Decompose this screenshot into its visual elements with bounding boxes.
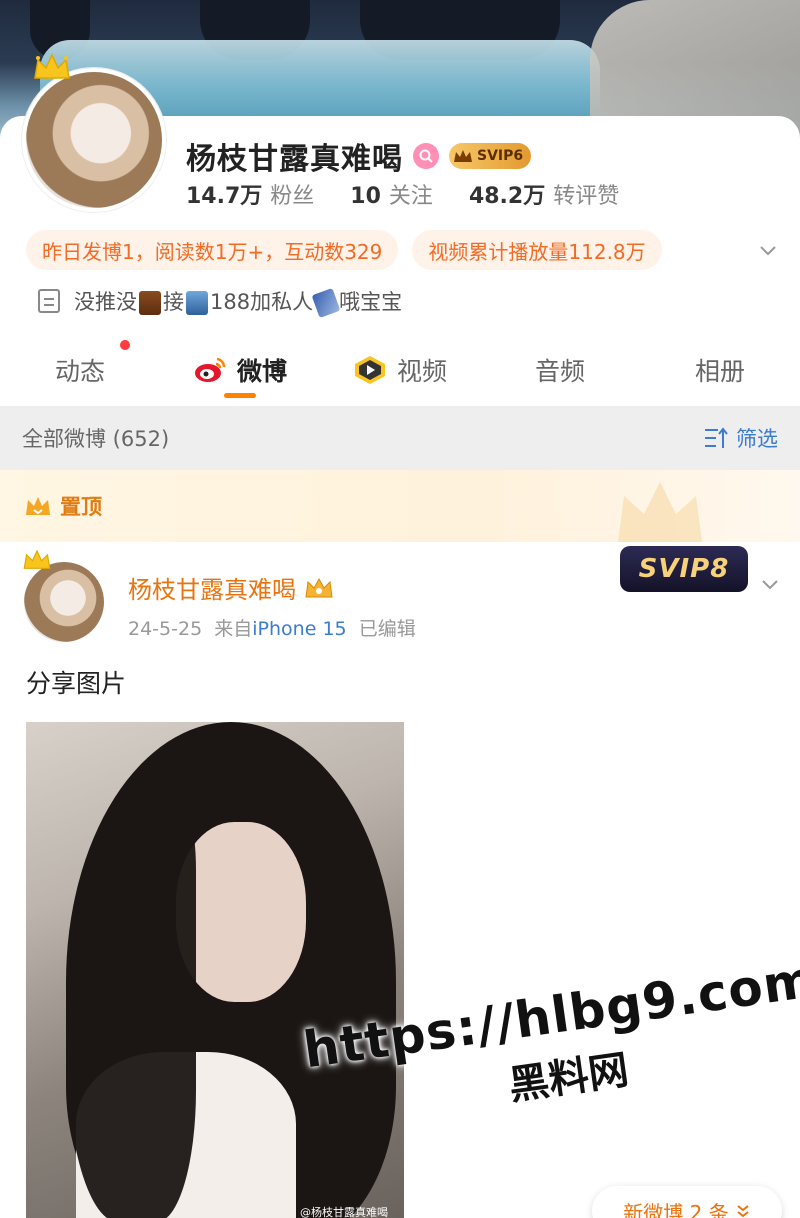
bio-text: 没推没 接 188加私人 哦宝宝 xyxy=(74,286,403,319)
stat-interactions[interactable]: 48.2万 转评赞 xyxy=(469,178,619,210)
vip-crown-icon xyxy=(454,150,472,162)
satellite-emoji-icon xyxy=(311,287,341,319)
post-avatar[interactable] xyxy=(24,562,104,642)
chevron-double-down-icon xyxy=(737,1205,749,1218)
tag-daily-stats[interactable]: 昨日发博1，阅读数1万+，互动数329 xyxy=(26,230,399,270)
post-avatar-wrap[interactable] xyxy=(23,549,104,642)
tab-dynamic[interactable]: 动态 xyxy=(0,336,160,404)
tab-label: 微博 xyxy=(236,357,287,386)
stat-followers[interactable]: 14.7万 粉丝 xyxy=(186,178,314,210)
tag-video-stats[interactable]: 视频累计播放量112.8万 xyxy=(412,230,662,270)
new-posts-label: 新微博 2 条 xyxy=(623,1200,729,1218)
pinned-label: 置顶 xyxy=(60,495,102,519)
tab-label: 视频 xyxy=(396,357,447,386)
stat-num: 48.2万 xyxy=(468,184,546,209)
svip-badge[interactable]: SVIP6 xyxy=(449,143,532,169)
stat-num: 14.7万 xyxy=(186,184,263,209)
photo-hair-front xyxy=(66,782,196,1218)
post-author-name[interactable]: 杨枝甘露真难喝 xyxy=(128,570,296,605)
profile-bio: 没推没 接 188加私人 哦宝宝 xyxy=(38,286,403,319)
stat-following[interactable]: 10 关注 xyxy=(350,178,433,210)
post-author-row: 杨枝甘露真难喝 xyxy=(128,570,334,605)
bio-part: 没推没 xyxy=(74,290,137,314)
tab-album[interactable]: 相册 xyxy=(640,336,800,404)
svip8-badge: SVIP8 xyxy=(620,546,748,592)
filter-icon xyxy=(705,427,728,448)
pinned-crown-icon xyxy=(26,497,50,515)
vip-crown-icon xyxy=(305,577,333,597)
document-icon xyxy=(38,289,60,313)
bio-part: 188加私人 xyxy=(210,290,314,314)
post-source[interactable]: iPhone 15 xyxy=(252,618,346,640)
chevron-down-icon[interactable] xyxy=(760,574,780,594)
tab-audio[interactable]: 音频 xyxy=(480,336,640,404)
stat-label: 粉丝 xyxy=(270,184,315,209)
post-count: 全部微博 (652) xyxy=(22,427,170,451)
chevron-down-icon[interactable] xyxy=(758,240,778,260)
profile-stats: 14.7万 粉丝 10 关注 48.2万 转评赞 xyxy=(186,178,619,210)
profile-tabs: 动态 微博 视频 音频 相册 xyxy=(0,336,800,404)
crown-icon xyxy=(23,549,51,569)
svip-badge-label: SVIP6 xyxy=(477,148,524,164)
avatar[interactable] xyxy=(22,68,166,212)
stat-label: 关注 xyxy=(388,184,433,209)
bio-part: 接 xyxy=(163,290,184,314)
new-posts-button[interactable]: 新微博 2 条 xyxy=(592,1186,782,1218)
tie-emoji-icon xyxy=(186,291,208,315)
profile-avatar-wrap[interactable] xyxy=(22,53,166,212)
image-watermark: @杨枝甘露真难喝 xyxy=(300,1206,388,1218)
notification-dot xyxy=(120,340,130,350)
tab-weibo[interactable]: 微博 xyxy=(160,336,320,404)
decorative-crown-icon xyxy=(618,482,702,542)
door-emoji-icon xyxy=(139,291,161,315)
profile-tags: 昨日发博1，阅读数1万+，互动数329 视频累计播放量112.8万 xyxy=(26,230,662,270)
post-date: 24-5-25 xyxy=(128,618,203,640)
post-from: 来自 xyxy=(214,618,253,640)
video-icon xyxy=(354,356,385,384)
post-meta: 24-5-25 来自iPhone 15 已编辑 xyxy=(128,614,416,641)
weibo-logo-icon xyxy=(194,357,226,382)
stat-num: 10 xyxy=(350,184,381,209)
tab-label: 音频 xyxy=(534,357,585,386)
pinned-section: 置顶 xyxy=(0,470,800,542)
post-text: 分享图片 xyxy=(26,669,127,698)
filter-button[interactable]: 筛选 xyxy=(704,423,778,453)
verified-badge-icon[interactable] xyxy=(413,143,439,169)
bio-part: 哦宝宝 xyxy=(339,290,403,314)
post-image[interactable] xyxy=(26,722,404,1218)
tab-label: 相册 xyxy=(694,357,745,386)
tab-video[interactable]: 视频 xyxy=(320,336,480,404)
crown-icon xyxy=(34,53,70,79)
name-row: 杨枝甘露真难喝 SVIP6 xyxy=(186,134,532,178)
filter-label: 筛选 xyxy=(736,427,778,451)
stat-label: 转评赞 xyxy=(553,184,620,209)
active-tab-indicator xyxy=(224,393,256,398)
tab-label: 动态 xyxy=(54,357,105,386)
post-edited[interactable]: 已编辑 xyxy=(359,618,416,640)
filter-bar: 全部微博 (652) 筛选 xyxy=(0,406,800,470)
profile-name: 杨枝甘露真难喝 xyxy=(186,142,403,177)
